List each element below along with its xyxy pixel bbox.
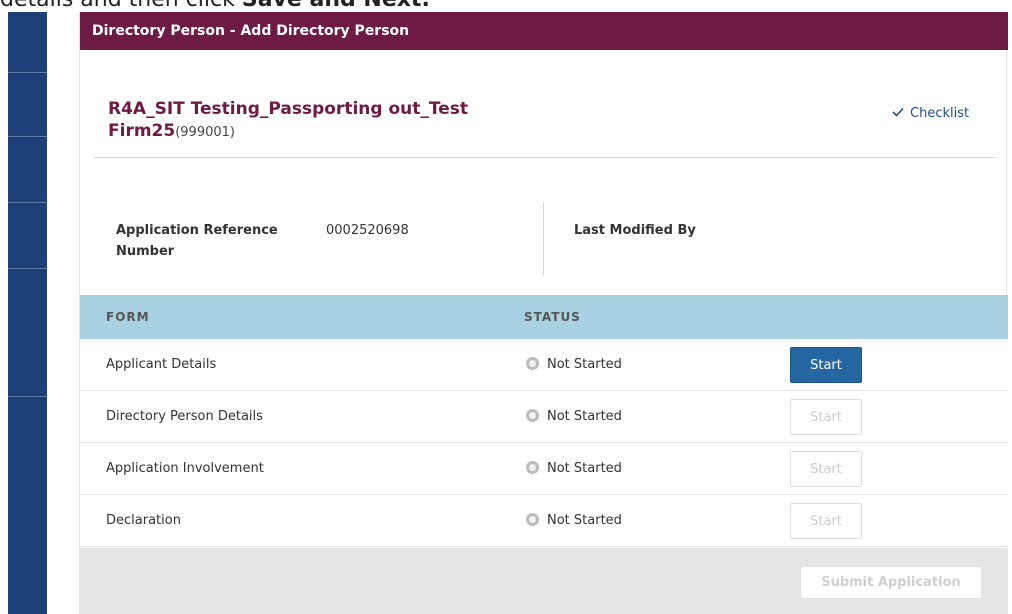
status-column-header: STATUS: [524, 310, 581, 324]
submit-application-button: Submit Application: [800, 566, 982, 599]
status-cell: Not Started: [526, 495, 622, 547]
sidebar-divider: [8, 268, 47, 269]
form-name: Directory Person Details: [106, 409, 263, 424]
start-directory-person-details-button: Start: [790, 399, 862, 435]
firm-title: R4A_SIT Testing_Passporting out_Test Fir…: [108, 98, 528, 144]
section-separator: [94, 157, 996, 158]
instruction-bold-text: Save and Next.: [242, 0, 430, 12]
status-text: Not Started: [547, 461, 622, 476]
last-modified-label: Last Modified By: [574, 223, 696, 238]
firm-name: R4A_SIT Testing_Passporting out_Test Fir…: [108, 99, 468, 141]
panel-header: Directory Person - Add Directory Person: [80, 12, 1008, 50]
forms-table-header: FORM STATUS: [80, 295, 1008, 339]
firm-code: (999001): [175, 125, 235, 140]
reference-number-value: 0002520698: [326, 223, 409, 238]
status-text: Not Started: [547, 409, 622, 424]
table-row: Applicant Details Not Started Start: [80, 339, 1008, 391]
left-sidebar: [8, 12, 47, 614]
table-row: Application Involvement Not Started Star…: [80, 443, 1008, 495]
status-cell: Not Started: [526, 391, 622, 443]
form-name: Declaration: [106, 513, 181, 528]
start-declaration-button: Start: [790, 503, 862, 539]
status-circle-icon: [526, 513, 539, 526]
sidebar-divider: [8, 136, 47, 137]
status-circle-icon: [526, 461, 539, 474]
directory-person-panel: Directory Person - Add Directory Person …: [79, 12, 1008, 614]
status-cell: Not Started: [526, 339, 622, 391]
start-application-involvement-button: Start: [790, 451, 862, 487]
status-circle-icon: [526, 409, 539, 422]
form-column-header: FORM: [106, 310, 150, 324]
status-circle-icon: [526, 357, 539, 370]
checklist-link[interactable]: Checklist: [892, 104, 1002, 124]
sidebar-divider: [8, 72, 47, 73]
checklist-label: Checklist: [910, 106, 970, 121]
check-icon: [892, 104, 904, 124]
table-row: Directory Person Details Not Started Sta…: [80, 391, 1008, 443]
form-name: Applicant Details: [106, 357, 217, 372]
reference-number-label: Application Reference Number: [116, 223, 278, 259]
sidebar-divider: [8, 396, 47, 397]
status-cell: Not Started: [526, 443, 622, 495]
form-name: Application Involvement: [106, 461, 264, 476]
table-row: Declaration Not Started Start: [80, 495, 1008, 547]
footer-area: Submit Application: [80, 548, 1008, 614]
status-text: Not Started: [547, 357, 622, 372]
status-text: Not Started: [547, 513, 622, 528]
instruction-text: details and then click: [0, 0, 242, 12]
start-applicant-details-button[interactable]: Start: [790, 347, 862, 383]
info-divider: [543, 202, 544, 276]
left-gutter: [47, 12, 79, 614]
sidebar-divider: [8, 202, 47, 203]
